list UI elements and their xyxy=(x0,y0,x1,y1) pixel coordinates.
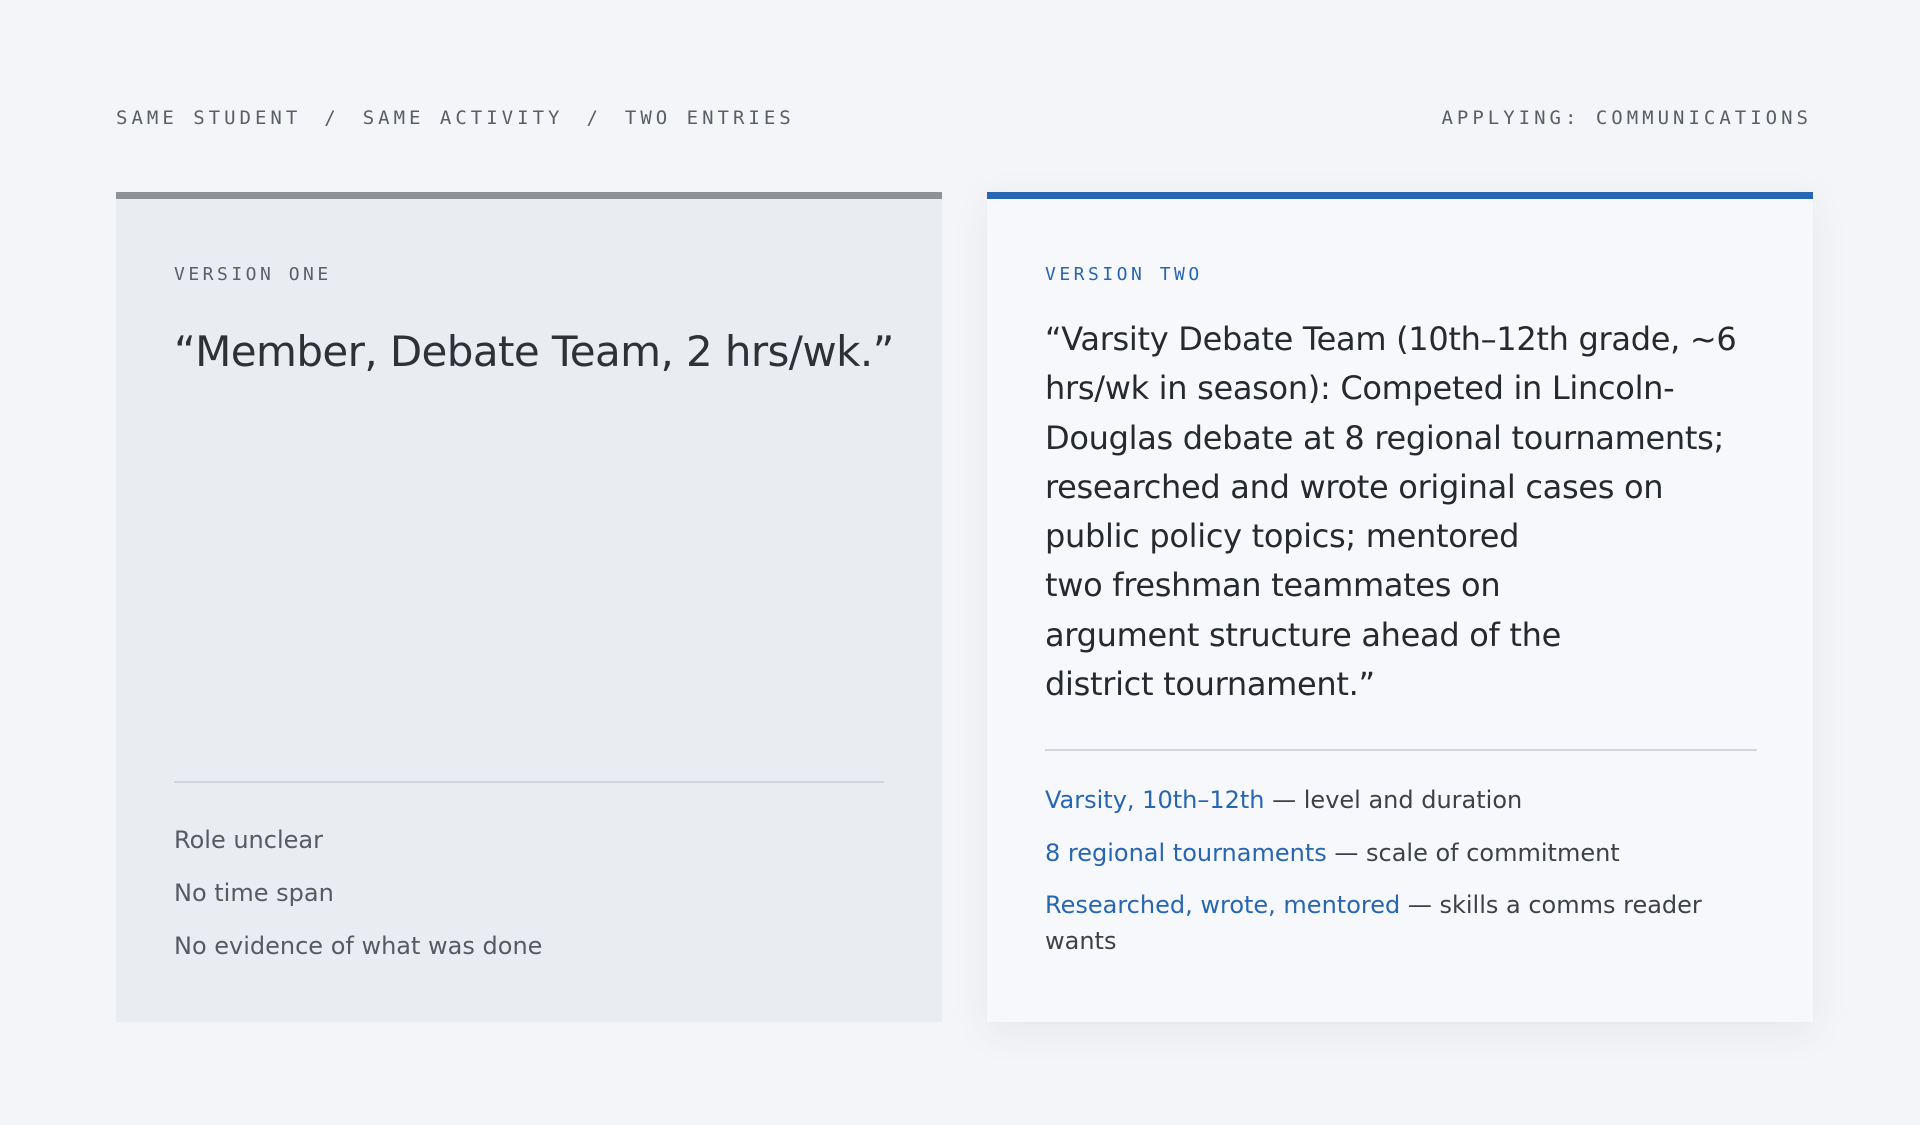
header-bar: SAME STUDENT / SAME ACTIVITY / TWO ENTRI… xyxy=(116,106,1812,130)
quote-line: hrs/wk in season): Competed in Lincoln- xyxy=(1045,369,1675,408)
note-item: 8 regional tournaments — scale of commit… xyxy=(1045,835,1757,871)
note-item: Researched, wrote, mentored — skills a c… xyxy=(1045,887,1757,959)
breadcrumb: SAME STUDENT / SAME ACTIVITY / TWO ENTRI… xyxy=(116,107,795,129)
note-item: No time span xyxy=(174,879,334,907)
version-two-notes: Varsity, 10th–12th — level and duration … xyxy=(1045,782,1757,976)
quote-line: two freshman teammates on xyxy=(1045,566,1501,605)
note-item: Varsity, 10th–12th — level and duration xyxy=(1045,782,1757,818)
breadcrumb-separator: / xyxy=(586,107,602,129)
quote-line: argument structure ahead of the xyxy=(1045,615,1561,654)
quote-line: researched and wrote original cases on xyxy=(1045,467,1664,506)
breadcrumb-separator: / xyxy=(324,107,340,129)
version-one-notes: Role unclear No time span No evidence of… xyxy=(174,824,542,983)
divider xyxy=(1045,749,1757,751)
version-two-label: VERSION TWO xyxy=(1045,264,1203,285)
breadcrumb-item: SAME ACTIVITY xyxy=(362,107,564,129)
note-highlight: 8 regional tournaments xyxy=(1045,839,1327,867)
breadcrumb-item: TWO ENTRIES xyxy=(624,107,795,129)
quote-line: district tournament.” xyxy=(1045,665,1375,704)
version-two-quote: “Varsity Debate Team (10th–12th grade, ~… xyxy=(1045,315,1775,709)
quote-line: public policy topics; mentored xyxy=(1045,517,1520,556)
note-item: No evidence of what was done xyxy=(174,932,543,960)
note-item: Role unclear xyxy=(174,826,323,854)
quote-line: Douglas debate at 8 regional tournaments… xyxy=(1045,418,1724,457)
version-two-card: VERSION TWO “Varsity Debate Team (10th–1… xyxy=(987,192,1813,1022)
breadcrumb-item: SAME STUDENT xyxy=(116,107,302,129)
version-one-label: VERSION ONE xyxy=(174,264,332,285)
divider xyxy=(174,781,884,783)
note-highlight: Researched, wrote, mentored xyxy=(1045,891,1401,919)
note-highlight: Varsity, 10th–12th xyxy=(1045,786,1265,814)
quote-line: “Varsity Debate Team (10th–12th grade, ~… xyxy=(1045,320,1737,358)
version-one-card: VERSION ONE “Member, Debate Team, 2 hrs/… xyxy=(116,192,942,1022)
note-text: — scale of commitment xyxy=(1326,839,1620,867)
applying-label: APPLYING: COMMUNICATIONS xyxy=(1441,107,1812,129)
version-one-quote: “Member, Debate Team, 2 hrs/wk.” xyxy=(174,327,894,376)
note-text: — level and duration xyxy=(1264,786,1523,814)
